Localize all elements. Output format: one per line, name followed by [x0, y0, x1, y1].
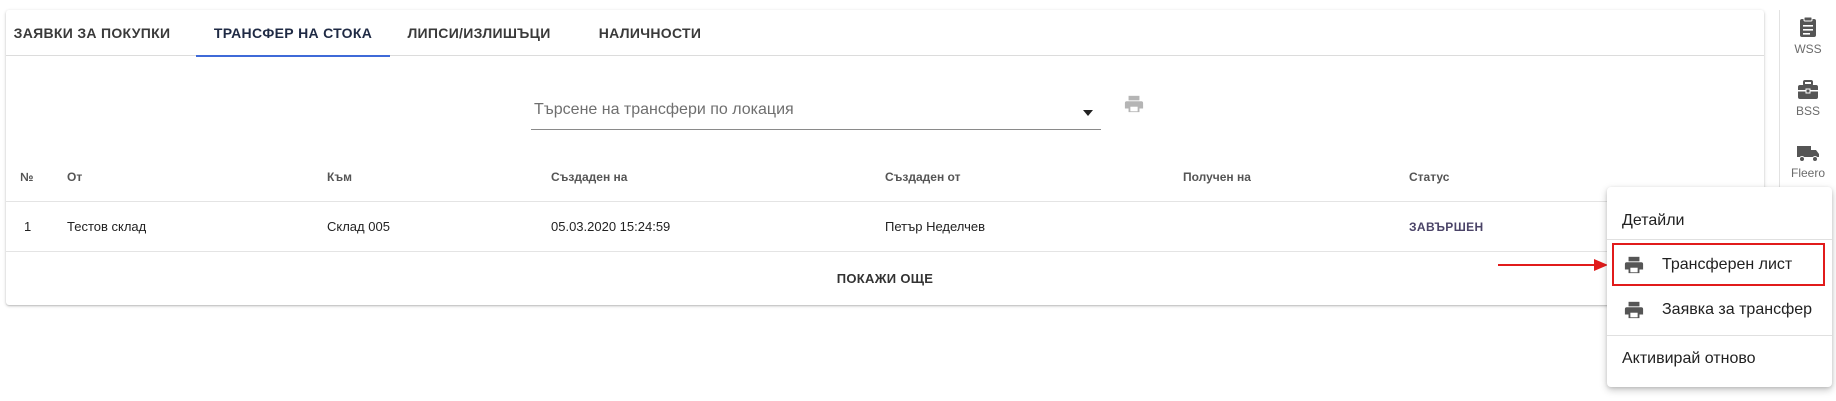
- row-actions-menu: Детайли Трансферен лист Заявка за трансф…: [1607, 187, 1832, 387]
- menu-item-details[interactable]: Детайли: [1607, 199, 1832, 243]
- rail-label-wss: WSS: [1794, 42, 1822, 56]
- menu-label-transfer-sheet: Трансферен лист: [1662, 256, 1793, 273]
- tab-shortages-surpluses[interactable]: ЛИПСИ/ИЗЛИШЪЦИ: [399, 10, 559, 56]
- menu-label-reactivate: Активирай отново: [1622, 350, 1756, 367]
- tab-bar: ЗАЯВКИ ЗА ПОКУПКИ ТРАНСФЕР НА СТОКА ЛИПС…: [6, 10, 1764, 57]
- location-search-input[interactable]: [534, 101, 1064, 119]
- menu-item-transfer-sheet[interactable]: Трансферен лист: [1607, 243, 1832, 287]
- print-icon: [1622, 298, 1646, 322]
- menu-item-reactivate[interactable]: Активирай отново: [1607, 337, 1832, 381]
- annotation-arrow-icon: [1498, 259, 1608, 271]
- app-root: ЗАЯВКИ ЗА ПОКУПКИ ТРАНСФЕР НА СТОКА ЛИПС…: [0, 0, 1836, 401]
- print-icon[interactable]: [1123, 94, 1145, 119]
- location-search[interactable]: [531, 92, 1101, 130]
- col-from: От: [67, 170, 83, 184]
- col-created-on: Създаден на: [551, 170, 628, 184]
- rail-item-wss[interactable]: WSS: [1780, 16, 1836, 76]
- menu-divider: [1607, 239, 1832, 240]
- menu-label-transfer-request: Заявка за трансфер: [1662, 301, 1813, 318]
- menu-label-details: Детайли: [1622, 212, 1685, 229]
- cell-to: Склад 005: [327, 219, 390, 234]
- rail-item-bss[interactable]: BSS: [1780, 80, 1836, 140]
- menu-divider: [1607, 335, 1832, 336]
- col-number: №: [20, 170, 34, 184]
- rail-label-bss: BSS: [1795, 104, 1820, 118]
- print-icon: [1622, 253, 1646, 277]
- app-rail: WSS BSS Fleero: [1779, 10, 1835, 200]
- cell-number: 1: [24, 219, 32, 234]
- col-status: Статус: [1409, 170, 1450, 184]
- truck-icon: [1797, 146, 1819, 162]
- tab-purchase-requests[interactable]: ЗАЯВКИ ЗА ПОКУПКИ: [6, 10, 178, 56]
- menu-item-transfer-request[interactable]: Заявка за трансфер: [1607, 288, 1832, 332]
- table-header: № От Към Създаден на Създаден от Получен…: [6, 152, 1764, 202]
- cell-created-on: 05.03.2020 15:24:59: [551, 219, 671, 234]
- tab-stock-transfer[interactable]: ТРАНСФЕР НА СТОКА: [196, 10, 390, 57]
- status-badge: ЗАВЪРШЕН: [1409, 220, 1484, 234]
- col-created-by: Създаден от: [885, 170, 961, 184]
- tab-inventory[interactable]: НАЛИЧНОСТИ: [584, 10, 716, 56]
- table-row[interactable]: 1 Тестов склад Склад 005 05.03.2020 15:2…: [6, 202, 1764, 252]
- cell-created-by: Петър Неделчев: [885, 219, 985, 234]
- rail-label-fleero: Fleero: [1790, 166, 1825, 180]
- clipboard-icon: [1800, 16, 1816, 37]
- col-to: Към: [327, 170, 352, 184]
- col-received-on: Получен на: [1183, 170, 1251, 184]
- briefcase-icon: [1798, 80, 1818, 99]
- cell-from: Тестов склад: [67, 219, 147, 234]
- dropdown-caret-icon[interactable]: [1083, 110, 1093, 116]
